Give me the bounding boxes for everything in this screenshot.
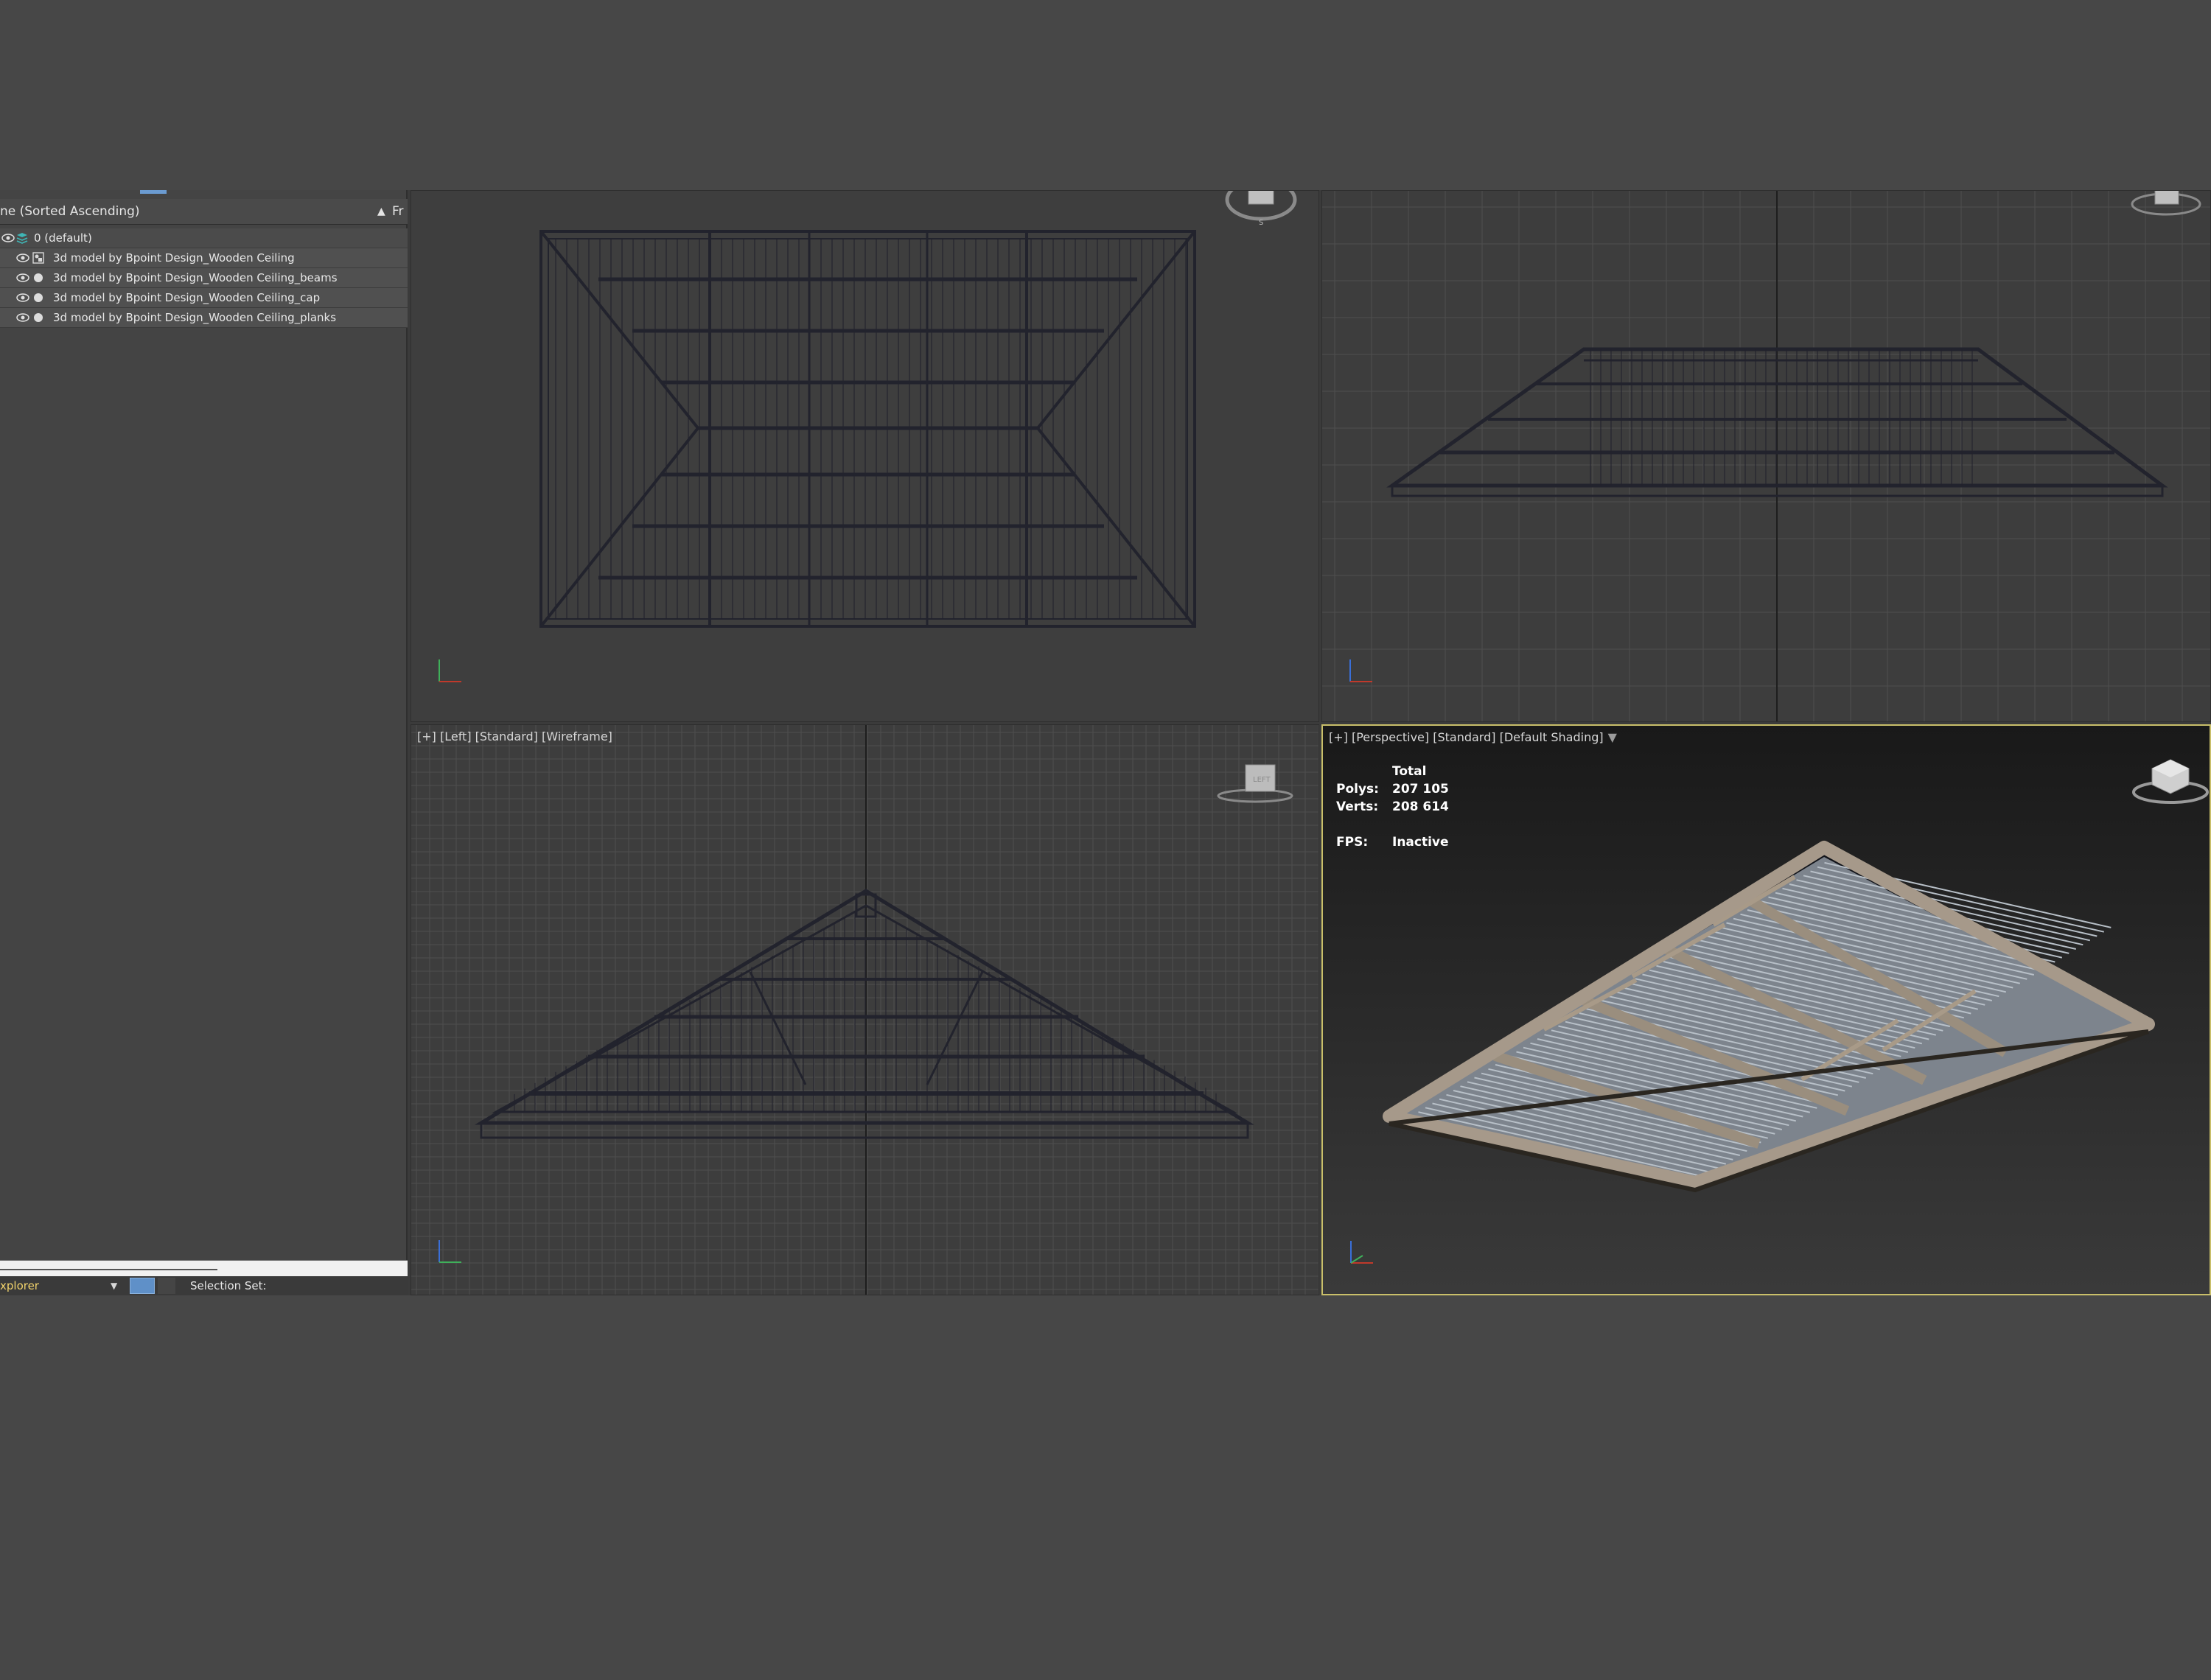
object-sphere-icon [34, 273, 43, 282]
scene-tree: 0 (default) 3d model by Bpoint Design_Wo… [0, 228, 408, 328]
visibility-eye-icon[interactable] [16, 272, 29, 284]
viewport-perspective[interactable]: [+] [Perspective] [Standard] [Default Sh… [1321, 724, 2211, 1295]
tree-item-object[interactable]: 3d model by Bpoint Design_Wooden Ceiling… [0, 308, 408, 328]
perspective-wooden-ceiling [1383, 841, 2155, 1193]
max-workspace: ne (Sorted Ascending) ▲ Fr 0 (default) 3… [0, 190, 2211, 1295]
selection-set-label: Selection Set: [190, 1279, 267, 1292]
svg-text:LEFT: LEFT [1253, 776, 1271, 784]
scrollbar-thumb[interactable] [0, 1269, 217, 1270]
front-grid [1322, 191, 2210, 721]
top-wireframe-ceiling [539, 230, 1196, 628]
tree-item-group[interactable]: 3d model by Bpoint Design_Wooden Ceiling [0, 248, 408, 268]
group-icon [32, 252, 44, 264]
viewport-front[interactable] [1321, 190, 2211, 722]
viewport-label[interactable]: [+] [Left] [Standard] [Wireframe] [417, 729, 612, 743]
axis-tripod-icon [439, 1240, 461, 1263]
explorer-name-label[interactable]: xplorer [0, 1276, 39, 1295]
explorer-dropdown-icon[interactable]: ▼ [111, 1276, 122, 1295]
tree-item-object[interactable]: 3d model by Bpoint Design_Wooden Ceiling… [0, 268, 408, 288]
tree-item-label: 3d model by Bpoint Design_Wooden Ceiling… [53, 271, 338, 284]
viewport-left[interactable]: [+] [Left] [Standard] [Wireframe] LEFT [411, 724, 1319, 1295]
axis-tripod-icon [1349, 659, 1372, 682]
tree-item-label: 3d model by Bpoint Design_Wooden Ceiling… [53, 311, 337, 324]
name-column-header[interactable]: ne (Sorted Ascending) [0, 199, 140, 224]
tree-item-label: 3d model by Bpoint Design_Wooden Ceiling [53, 251, 295, 265]
object-sphere-icon [34, 313, 43, 322]
left-grid [411, 725, 1318, 1295]
scene-explorer-panel: ne (Sorted Ascending) ▲ Fr 0 (default) 3… [0, 190, 408, 1295]
tree-item-layer-default[interactable]: 0 (default) [0, 228, 408, 248]
visibility-eye-icon[interactable] [1, 232, 15, 244]
explorer-tab-accent[interactable] [140, 190, 167, 194]
object-sphere-icon [34, 293, 43, 302]
axis-tripod-icon [1350, 1241, 1373, 1264]
viewcube-icon[interactable]: LEFT [1215, 762, 1296, 806]
tree-item-label: 0 (default) [34, 231, 92, 245]
visibility-eye-icon[interactable] [16, 292, 29, 304]
sort-ascending-icon: ▲ [377, 206, 385, 217]
visibility-eye-icon[interactable] [16, 312, 29, 323]
tree-item-label: 3d model by Bpoint Design_Wooden Ceiling… [53, 291, 321, 304]
viewport-top[interactable]: S [411, 190, 1319, 722]
viewcube-icon[interactable] [2126, 190, 2207, 220]
explorer-footer: xplorer ▼ Selection Set: [0, 1276, 408, 1295]
sort-by-layer-button[interactable] [130, 1278, 155, 1294]
axis-tripod-icon [439, 659, 461, 682]
explorer-column-header[interactable]: ne (Sorted Ascending) ▲ Fr [0, 199, 408, 225]
horizontal-scrollbar[interactable] [0, 1260, 408, 1277]
sort-by-hierarchy-button[interactable] [158, 1278, 175, 1294]
visibility-eye-icon[interactable] [16, 252, 29, 264]
frozen-column-header[interactable]: Fr [392, 199, 404, 224]
tree-item-object[interactable]: 3d model by Bpoint Design_Wooden Ceiling… [0, 288, 408, 308]
layer-stack-icon [16, 233, 28, 244]
